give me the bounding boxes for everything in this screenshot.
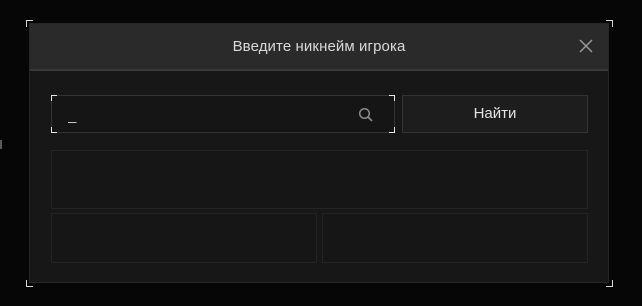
search-icon[interactable] [358, 107, 374, 123]
player-search-dialog: Введите никнейм игрока Найти [29, 23, 609, 283]
field-corner [51, 127, 57, 133]
frame-corner [606, 280, 613, 287]
result-slot [51, 150, 588, 209]
frame-corner [26, 20, 33, 27]
close-icon[interactable] [578, 38, 594, 54]
frame-corner [606, 20, 613, 27]
frame-corner [26, 280, 33, 287]
result-slot [322, 213, 588, 263]
find-button[interactable]: Найти [402, 95, 588, 133]
edge-marker [0, 140, 2, 149]
screen: Введите никнейм игрока Найти [0, 0, 642, 306]
result-slot [51, 213, 317, 263]
dialog-title: Введите никнейм игрока [232, 38, 406, 55]
dialog-header: Введите никнейм игрока [30, 24, 608, 71]
nickname-search-field[interactable] [51, 95, 395, 133]
field-corner [389, 127, 395, 133]
field-corner [51, 95, 57, 101]
field-corner [389, 95, 395, 101]
nickname-input[interactable] [68, 104, 338, 126]
